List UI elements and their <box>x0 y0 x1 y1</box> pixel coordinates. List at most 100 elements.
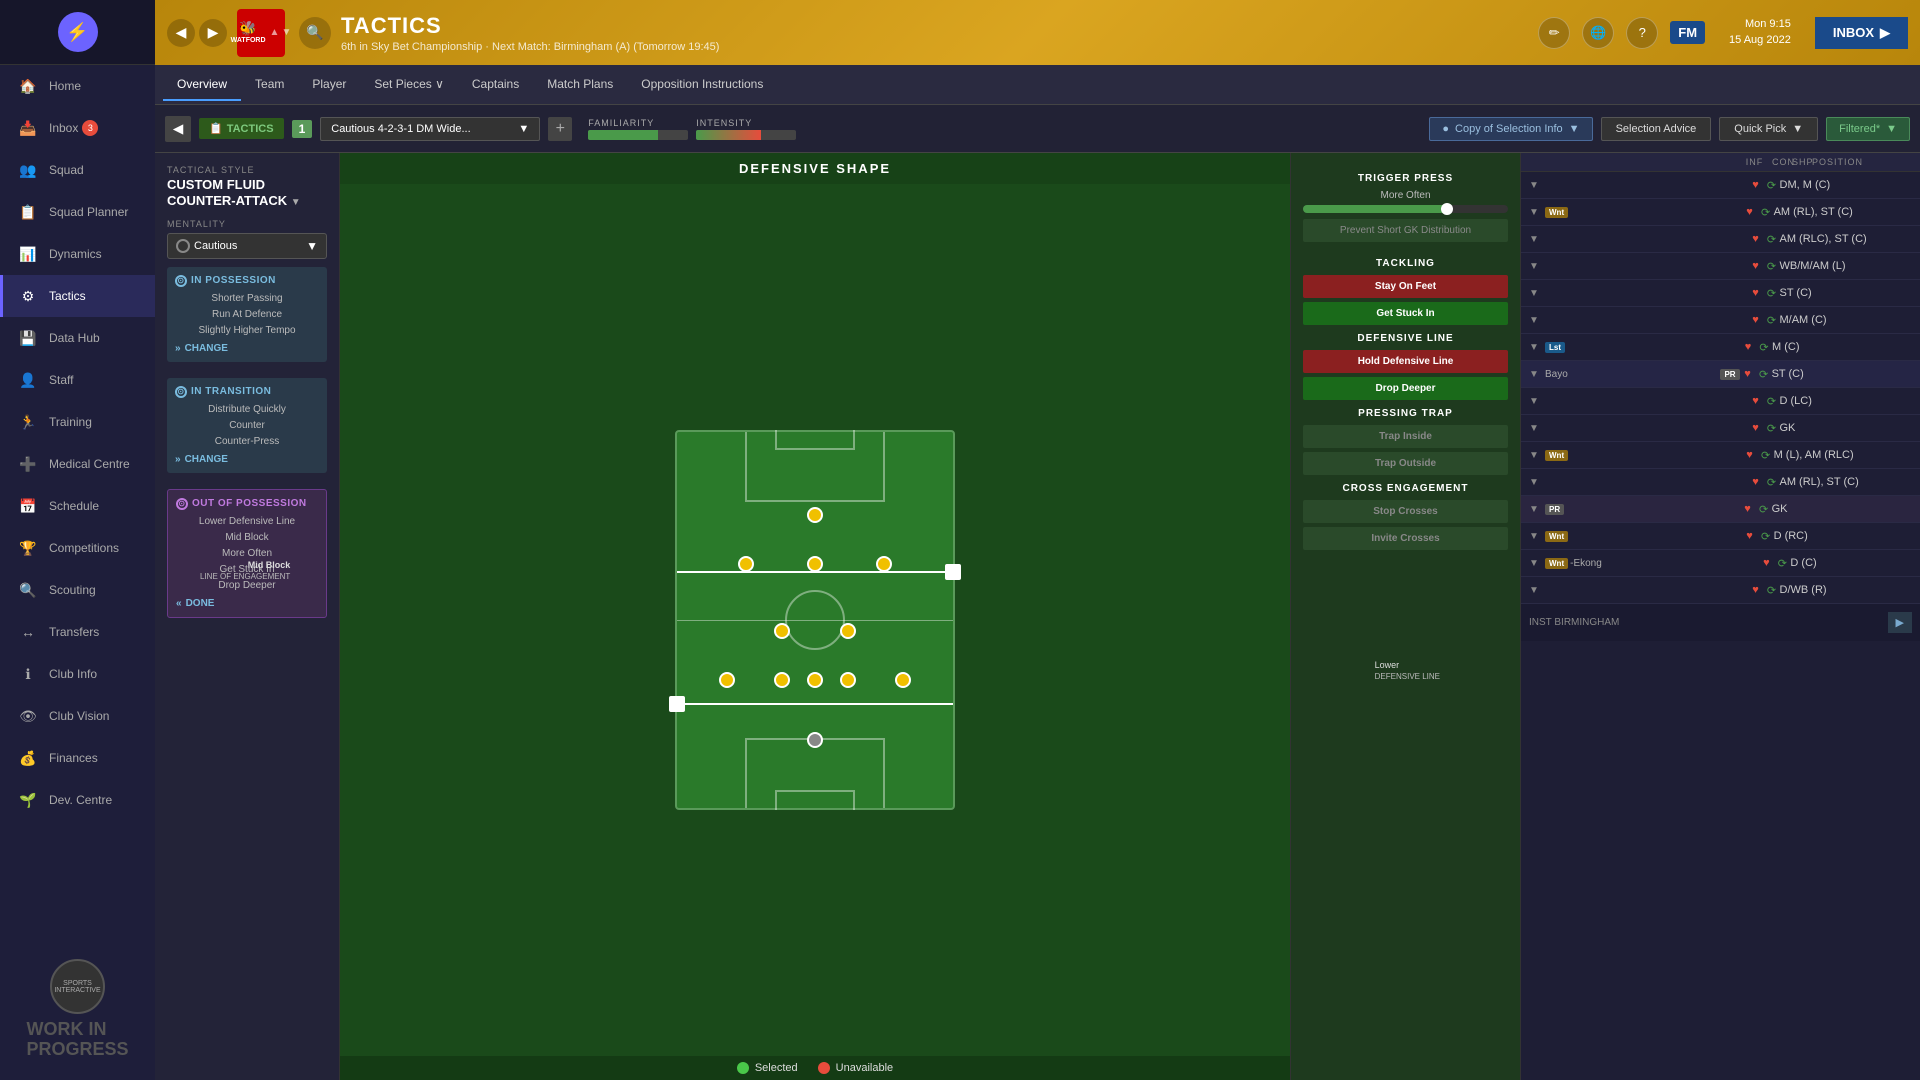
player-dot-10 <box>840 672 856 688</box>
refresh-icon: ⟳ <box>1764 260 1780 273</box>
player-row[interactable]: ▼ Bayo PR ♥ ⟳ ST (C) <box>1521 361 1920 388</box>
sidebar-item-schedule[interactable]: 📅 Schedule <box>0 485 155 527</box>
sidebar-item-label: Squad <box>49 163 84 177</box>
player-row[interactable]: ▼ ♥ ⟳ WB/M/AM (L) <box>1521 253 1920 280</box>
player-row[interactable]: ▼ ♥ ⟳ DM, M (C) <box>1521 172 1920 199</box>
trigger-press-slider-thumb[interactable] <box>1441 203 1453 215</box>
tactics-nav-left[interactable]: ◀ <box>165 116 191 142</box>
sidebar-item-scouting[interactable]: 🔍 Scouting <box>0 569 155 611</box>
heart-icon: ♥ <box>1748 422 1764 434</box>
player-row[interactable]: ▼ ♥ ⟳ M/AM (C) <box>1521 307 1920 334</box>
trap-inside-button[interactable]: Trap Inside <box>1303 425 1508 448</box>
planner-icon: 📋 <box>17 201 39 223</box>
invite-crosses-button[interactable]: Invite Crosses <box>1303 527 1508 550</box>
player-row[interactable]: ▼ Wnt -Ekong ♥ ⟳ D (C) <box>1521 550 1920 577</box>
top-goal <box>775 430 855 450</box>
player-badge: Wnt <box>1545 531 1568 542</box>
trap-outside-button[interactable]: Trap Outside <box>1303 452 1508 475</box>
player-row[interactable]: ▼ Wnt ♥ ⟳ M (L), AM (RLC) <box>1521 442 1920 469</box>
tab-overview[interactable]: Overview <box>163 69 241 101</box>
player-row[interactable]: ▼ ♥ ⟳ ST (C) <box>1521 280 1920 307</box>
player-row[interactable]: ▼ ♥ ⟳ AM (RLC), ST (C) <box>1521 226 1920 253</box>
tab-set-pieces[interactable]: Set Pieces ∨ <box>360 69 457 101</box>
defensive-handle[interactable] <box>669 696 685 712</box>
inbox-button[interactable]: INBOX ▶ <box>1815 17 1908 49</box>
sidebar-item-finances[interactable]: 💰 Finances <box>0 737 155 779</box>
copy-selection-button[interactable]: ● Copy of Selection Info ▼ <box>1429 117 1592 141</box>
expand-birmingham-button[interactable]: ▶ <box>1888 612 1912 633</box>
sidebar-logo: ⚡ <box>0 0 155 65</box>
player-row[interactable]: ▼ ♥ ⟳ D/WB (R) <box>1521 577 1920 604</box>
tab-match-plans[interactable]: Match Plans <box>533 69 627 101</box>
sidebar-item-squad-planner[interactable]: 📋 Squad Planner <box>0 191 155 233</box>
time: Mon 9:15 <box>1729 17 1791 32</box>
refresh-icon: ⟳ <box>1764 287 1780 300</box>
player-name: -Ekong <box>1570 558 1602 569</box>
player-row[interactable]: ▼ PR ♥ ⟳ GK <box>1521 496 1920 523</box>
sidebar-item-label: Training <box>49 415 92 429</box>
tab-opposition[interactable]: Opposition Instructions <box>627 69 777 101</box>
filtered-button[interactable]: Filtered* ▼ <box>1826 117 1910 141</box>
sidebar-item-staff[interactable]: 👤 Staff <box>0 359 155 401</box>
stop-crosses-button[interactable]: Stop Crosses <box>1303 500 1508 523</box>
tackling-buttons: Stay On Feet <box>1303 275 1508 298</box>
sidebar-item-dynamics[interactable]: 📊 Dynamics <box>0 233 155 275</box>
player-row[interactable]: ▼ Wnt ♥ ⟳ D (RC) <box>1521 523 1920 550</box>
in-possession-change-button[interactable]: » CHANGE <box>175 343 228 354</box>
sidebar-item-transfers[interactable]: ↔ Transfers <box>0 611 155 653</box>
filtered-label: Filtered* <box>1839 123 1880 135</box>
globe-button[interactable]: 🌐 <box>1582 17 1614 49</box>
player-row[interactable]: ▼ ♥ ⟳ AM (RL), ST (C) <box>1521 469 1920 496</box>
sidebar-item-inbox[interactable]: 📥 Inbox 3 <box>0 107 155 149</box>
search-button[interactable]: 🔍 <box>299 17 331 49</box>
bottom-goal <box>775 790 855 810</box>
formation-dropdown[interactable]: Cautious 4-2-3-1 DM Wide... ▼ <box>320 117 540 141</box>
player-row[interactable]: ▼ Lst ♥ ⟳ M (C) <box>1521 334 1920 361</box>
drop-deeper-button[interactable]: Drop Deeper <box>1303 377 1508 400</box>
sidebar-item-label: Club Vision <box>49 709 109 723</box>
player-badge: PR <box>1545 504 1564 515</box>
edit-button[interactable]: ✏ <box>1538 17 1570 49</box>
refresh-icon: ⟳ <box>1756 368 1772 381</box>
defensive-line <box>677 703 953 705</box>
player-row[interactable]: ▼ Wnt ♥ ⟳ AM (RL), ST (C) <box>1521 199 1920 226</box>
out-possession-done-button[interactable]: « DONE <box>176 598 214 609</box>
tab-captains[interactable]: Captains <box>458 69 533 101</box>
change-arrows-icon: » <box>175 343 181 354</box>
back-button[interactable]: ◀ <box>167 19 195 47</box>
chevron-icon: ▼ <box>1529 312 1545 328</box>
sidebar-item-dev-centre[interactable]: 🌱 Dev. Centre <box>0 779 155 821</box>
sidebar-item-training[interactable]: 🏃 Training <box>0 401 155 443</box>
selected-label: Selected <box>755 1062 798 1074</box>
sidebar-item-competitions[interactable]: 🏆 Competitions <box>0 527 155 569</box>
get-stuck-in-button[interactable]: Get Stuck In <box>1303 302 1508 325</box>
engagement-handle[interactable] <box>945 564 961 580</box>
finances-icon: 💰 <box>17 747 39 769</box>
help-button[interactable]: ? <box>1626 17 1658 49</box>
tab-player[interactable]: Player <box>298 69 360 101</box>
done-arrows-icon: « <box>176 598 182 609</box>
in-transition-change-button[interactable]: » CHANGE <box>175 454 228 465</box>
tab-team[interactable]: Team <box>241 69 298 101</box>
add-tactics-button[interactable]: + <box>548 117 572 141</box>
sidebar-item-club-vision[interactable]: 👁 Club Vision <box>0 695 155 737</box>
player-row[interactable]: ▼ ♥ ⟳ D (LC) <box>1521 388 1920 415</box>
mentality-select[interactable]: Cautious ▼ <box>167 233 327 259</box>
mentality-label: MENTALITY <box>167 219 327 229</box>
sidebar-item-data-hub[interactable]: 💾 Data Hub <box>0 317 155 359</box>
legend-selected: Selected <box>737 1062 798 1074</box>
sidebar-item-tactics[interactable]: ⚙ Tactics <box>0 275 155 317</box>
selection-advice-button[interactable]: Selection Advice <box>1601 117 1712 141</box>
hold-defensive-button[interactable]: Hold Defensive Line <box>1303 350 1508 373</box>
sidebar-item-medical[interactable]: ➕ Medical Centre <box>0 443 155 485</box>
refresh-icon: ⟳ <box>1764 395 1780 408</box>
sidebar-item-squad[interactable]: 👥 Squad <box>0 149 155 191</box>
quick-pick-button[interactable]: Quick Pick ▼ <box>1719 117 1818 141</box>
prevent-gk-button[interactable]: Prevent Short GK Distribution <box>1303 219 1508 242</box>
stay-on-feet-button[interactable]: Stay On Feet <box>1303 275 1508 298</box>
circle-icon: ● <box>1442 123 1449 135</box>
sidebar-item-home[interactable]: 🏠 Home <box>0 65 155 107</box>
sidebar-item-club-info[interactable]: ℹ Club Info <box>0 653 155 695</box>
player-row[interactable]: ▼ ♥ ⟳ GK <box>1521 415 1920 442</box>
forward-button[interactable]: ▶ <box>199 19 227 47</box>
